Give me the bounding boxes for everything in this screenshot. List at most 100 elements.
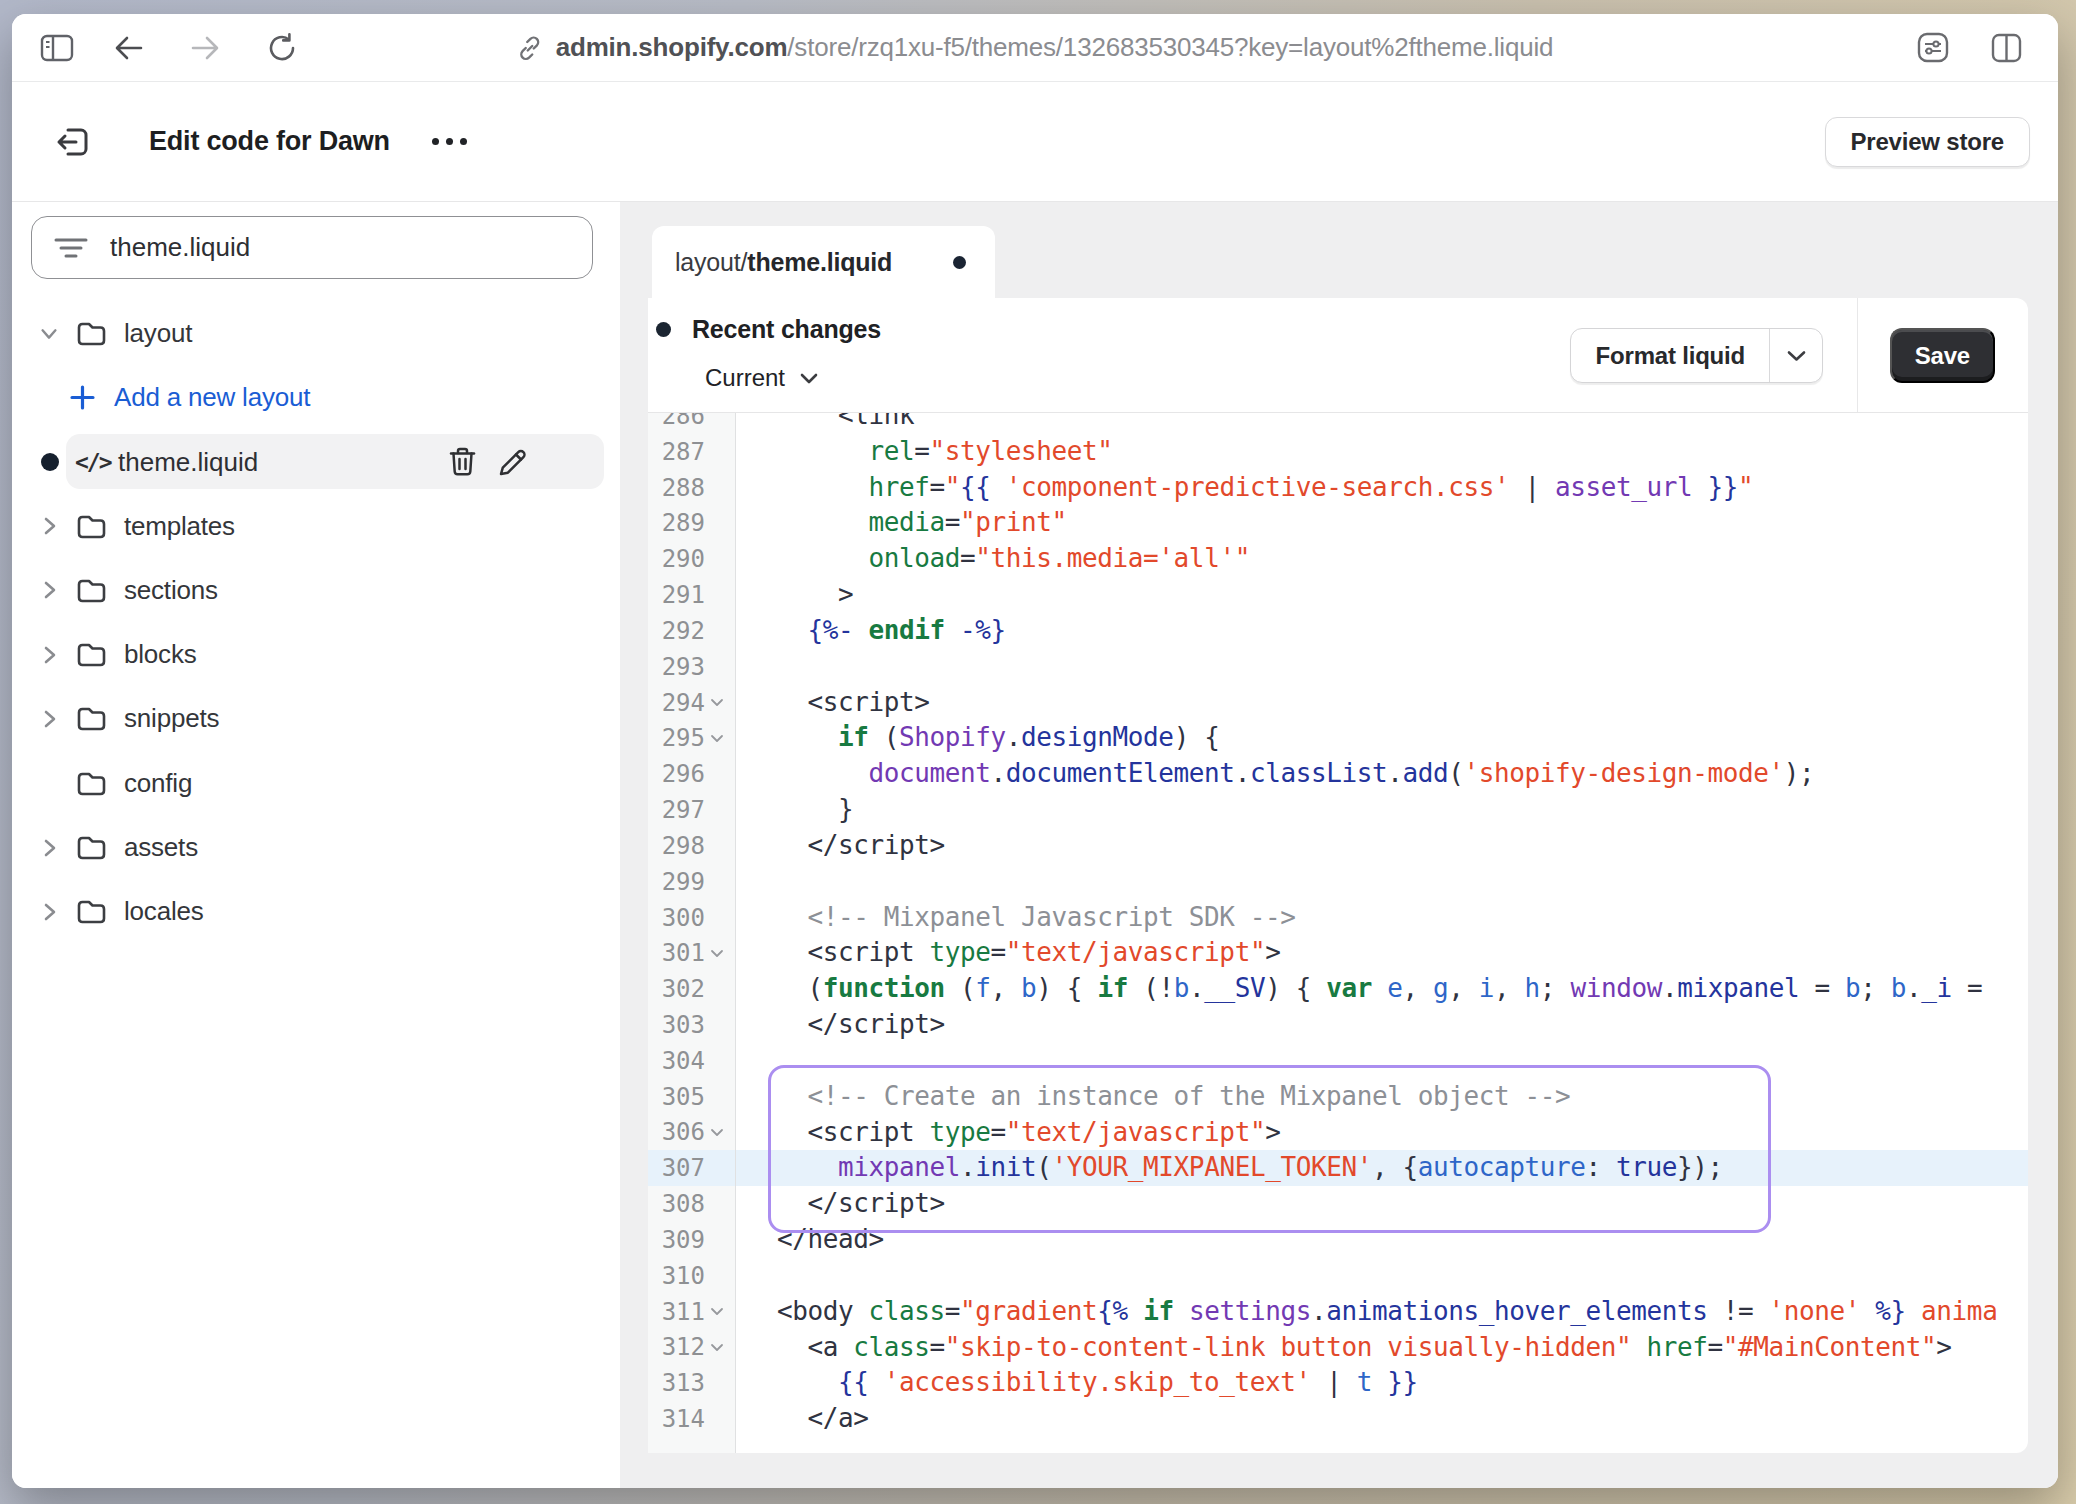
line-number-288[interactable]: 288 xyxy=(648,470,735,506)
fold-chevron-icon[interactable] xyxy=(710,698,724,707)
line-number-312[interactable]: 312 xyxy=(648,1330,735,1366)
sidebar-item-config[interactable]: config xyxy=(12,751,620,815)
sidebar-item-theme-liquid[interactable]: </>theme.liquid xyxy=(12,430,620,494)
code-line-306[interactable]: <script type="text/javascript"> xyxy=(736,1115,2028,1151)
code-line-308[interactable]: </script> xyxy=(736,1186,2028,1222)
code-line-314[interactable]: </a> xyxy=(736,1401,2028,1437)
code-line-287[interactable]: rel="stylesheet" xyxy=(736,434,2028,470)
line-number-286[interactable]: 286 xyxy=(648,413,735,434)
code-line-289[interactable]: media="print" xyxy=(736,505,2028,541)
fold-chevron-icon[interactable] xyxy=(710,1307,724,1316)
delete-file-icon[interactable] xyxy=(449,447,476,477)
forward-icon[interactable] xyxy=(190,35,220,61)
chevron-right-icon[interactable] xyxy=(38,643,60,667)
code-area[interactable]: 2862872882892902912922932942952962972982… xyxy=(648,413,2028,1453)
sidebar-item-locales[interactable]: locales xyxy=(12,880,620,944)
chevron-down-icon[interactable] xyxy=(38,326,60,341)
chevron-right-icon[interactable] xyxy=(38,900,60,924)
fold-chevron-icon[interactable] xyxy=(710,949,724,958)
save-button[interactable]: Save xyxy=(1890,328,1995,383)
code-lines[interactable]: <link rel="stylesheet" href="{{ 'compone… xyxy=(736,413,2028,1453)
line-number-314[interactable]: 314 xyxy=(648,1401,735,1437)
extensions-icon[interactable] xyxy=(1917,32,1949,63)
line-number-306[interactable]: 306 xyxy=(648,1115,735,1151)
code-line-301[interactable]: <script type="text/javascript"> xyxy=(736,935,2028,971)
file-search-input[interactable]: theme.liquid xyxy=(31,216,593,279)
code-line-294[interactable]: <script> xyxy=(736,685,2028,721)
code-line-290[interactable]: onload="this.media='all'" xyxy=(736,541,2028,577)
chevron-right-icon[interactable] xyxy=(38,707,60,731)
fold-chevron-icon[interactable] xyxy=(710,734,724,743)
line-number-311[interactable]: 311 xyxy=(648,1294,735,1330)
version-dropdown[interactable]: Current xyxy=(705,364,818,392)
preview-store-button[interactable]: Preview store xyxy=(1825,117,2030,167)
chevron-right-icon[interactable] xyxy=(38,578,60,602)
code-line-309[interactable]: </head> xyxy=(736,1222,2028,1258)
code-line-286[interactable]: <link xyxy=(736,413,2028,434)
code-line-311[interactable]: <body class="gradient{% if settings.anim… xyxy=(736,1294,2028,1330)
split-view-icon[interactable] xyxy=(1991,33,2022,63)
line-number-300[interactable]: 300 xyxy=(648,900,735,936)
line-number-297[interactable]: 297 xyxy=(648,792,735,828)
chevron-right-icon[interactable] xyxy=(38,514,60,538)
line-number-307[interactable]: 307 xyxy=(648,1150,735,1186)
code-line-305[interactable]: <!-- Create an instance of the Mixpanel … xyxy=(736,1079,2028,1115)
line-number-289[interactable]: 289 xyxy=(648,505,735,541)
line-number-309[interactable]: 309 xyxy=(648,1222,735,1258)
code-line-291[interactable]: > xyxy=(736,577,2028,613)
line-number-296[interactable]: 296 xyxy=(648,756,735,792)
more-actions-button[interactable] xyxy=(432,138,467,145)
fold-chevron-icon[interactable] xyxy=(710,1128,724,1137)
sidebar-item-blocks[interactable]: blocks xyxy=(12,622,620,686)
sidebar-item-sections[interactable]: sections xyxy=(12,558,620,622)
code-line-299[interactable] xyxy=(736,864,2028,900)
line-number-313[interactable]: 313 xyxy=(648,1365,735,1401)
format-dropdown-chevron[interactable] xyxy=(1770,329,1822,382)
code-line-296[interactable]: document.documentElement.classList.add('… xyxy=(736,756,2028,792)
chevron-right-icon[interactable] xyxy=(38,836,60,860)
add-layout-button[interactable]: Add a new layout xyxy=(12,365,620,429)
line-number-293[interactable]: 293 xyxy=(648,649,735,685)
line-number-295[interactable]: 295 xyxy=(648,720,735,756)
code-line-292[interactable]: {%- endif -%} xyxy=(736,613,2028,649)
line-number-304[interactable]: 304 xyxy=(648,1043,735,1079)
line-number-303[interactable]: 303 xyxy=(648,1007,735,1043)
sidebar-item-layout[interactable]: layout xyxy=(12,301,620,365)
reload-icon[interactable] xyxy=(266,32,298,64)
sidebar-item-snippets[interactable]: snippets xyxy=(12,687,620,751)
code-line-302[interactable]: (function (f, b) { if (!b.__SV) { var e,… xyxy=(736,971,2028,1007)
code-line-313[interactable]: {{ 'accessibility.skip_to_text' | t }} xyxy=(736,1365,2028,1401)
code-line-312[interactable]: <a class="skip-to-content-link button vi… xyxy=(736,1330,2028,1366)
sidebar-toggle-icon[interactable] xyxy=(40,32,74,64)
sidebar-item-assets[interactable]: assets xyxy=(12,815,620,879)
line-number-294[interactable]: 294 xyxy=(648,685,735,721)
line-number-310[interactable]: 310 xyxy=(648,1258,735,1294)
format-liquid-button[interactable]: Format liquid xyxy=(1570,328,1823,383)
line-number-308[interactable]: 308 xyxy=(648,1186,735,1222)
line-number-287[interactable]: 287 xyxy=(648,434,735,470)
code-line-310[interactable] xyxy=(736,1258,2028,1294)
code-line-303[interactable]: </script> xyxy=(736,1007,2028,1043)
line-number-291[interactable]: 291 xyxy=(648,577,735,613)
rename-file-icon[interactable] xyxy=(498,447,528,477)
code-line-298[interactable]: </script> xyxy=(736,828,2028,864)
line-number-302[interactable]: 302 xyxy=(648,971,735,1007)
fold-chevron-icon[interactable] xyxy=(710,1343,724,1352)
sidebar-item-templates[interactable]: templates xyxy=(12,494,620,558)
line-number-301[interactable]: 301 xyxy=(648,935,735,971)
code-line-300[interactable]: <!-- Mixpanel Javascript SDK --> xyxy=(736,900,2028,936)
line-number-292[interactable]: 292 xyxy=(648,613,735,649)
line-number-290[interactable]: 290 xyxy=(648,541,735,577)
code-line-297[interactable]: } xyxy=(736,792,2028,828)
exit-icon[interactable] xyxy=(55,123,93,161)
line-number-305[interactable]: 305 xyxy=(648,1079,735,1115)
line-number-299[interactable]: 299 xyxy=(648,864,735,900)
tab-theme-liquid[interactable]: layout/theme.liquid xyxy=(652,226,995,298)
back-icon[interactable] xyxy=(114,35,144,61)
code-line-288[interactable]: href="{{ 'component-predictive-search.cs… xyxy=(736,470,2028,506)
code-line-304[interactable] xyxy=(736,1043,2028,1079)
line-number-298[interactable]: 298 xyxy=(648,828,735,864)
code-line-293[interactable] xyxy=(736,649,2028,685)
address-bar[interactable]: admin.shopify.com/store/rzq1xu-f5/themes… xyxy=(517,14,1554,81)
code-line-295[interactable]: if (Shopify.designMode) { xyxy=(736,720,2028,756)
